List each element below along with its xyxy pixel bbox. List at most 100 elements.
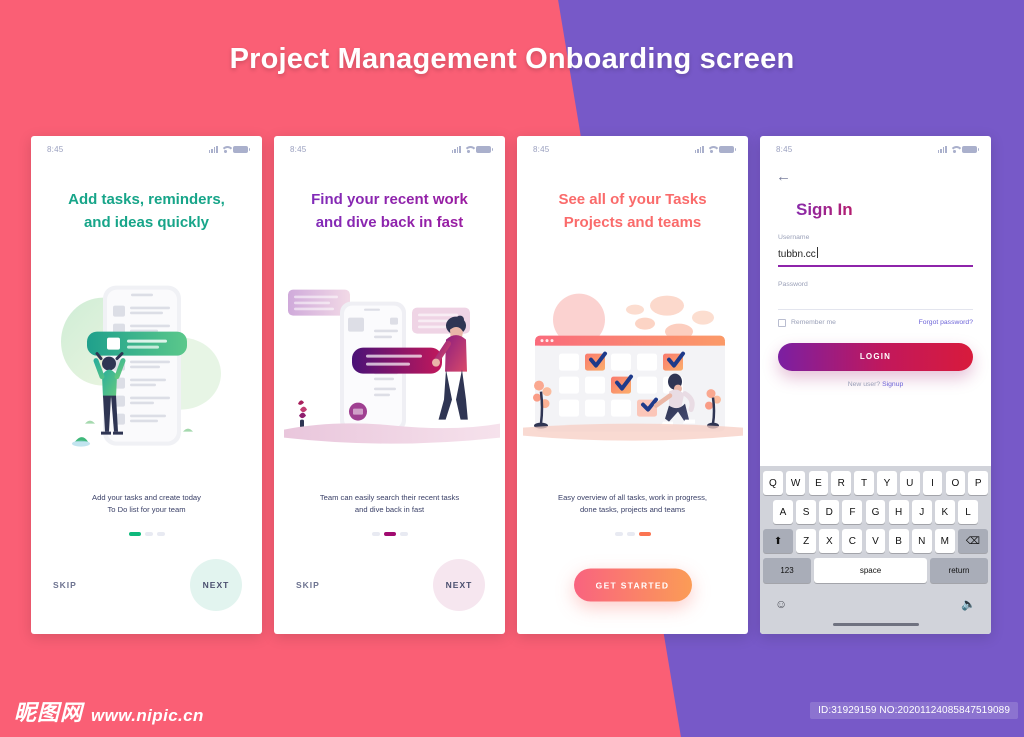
screen3-headline: See all of your Tasks Projects and teams bbox=[517, 162, 748, 235]
battery-icon bbox=[233, 145, 250, 153]
key-x[interactable]: X bbox=[819, 529, 840, 553]
key-i[interactable]: I bbox=[922, 471, 943, 495]
shift-key[interactable]: ⬆ bbox=[763, 529, 794, 553]
status-time: 8:45 bbox=[533, 144, 550, 154]
wifi-icon bbox=[464, 145, 473, 153]
key-e[interactable]: E bbox=[808, 471, 829, 495]
watermark-cn-text: 昵图网 bbox=[14, 701, 84, 726]
status-bar: 8:45 bbox=[274, 136, 505, 162]
screen1-caption-line1: Add your tasks and create today bbox=[92, 492, 201, 502]
key-j[interactable]: J bbox=[911, 500, 932, 524]
screen2-headline-line2: and dive back in fast bbox=[315, 214, 464, 232]
screen2-illustration bbox=[274, 235, 505, 492]
watermark: 昵图网 www.nipic.cn bbox=[14, 695, 204, 727]
microphone-icon[interactable]: 🔈 bbox=[961, 597, 976, 611]
password-field-group: Password bbox=[760, 281, 991, 310]
new-user-row: New user? Signup bbox=[760, 381, 991, 388]
key-a[interactable]: A bbox=[773, 500, 793, 524]
home-indicator bbox=[832, 623, 919, 627]
key-s[interactable]: S bbox=[796, 500, 817, 524]
numbers-key[interactable]: 123 bbox=[763, 558, 811, 583]
next-button[interactable]: NEXT bbox=[190, 559, 242, 611]
username-input[interactable]: tubbn.cc bbox=[778, 241, 973, 265]
key-d[interactable]: D bbox=[819, 500, 840, 524]
key-v[interactable]: V bbox=[865, 529, 886, 553]
status-time: 8:45 bbox=[47, 144, 64, 154]
username-field-group: Username tubbn.cc bbox=[760, 234, 991, 267]
next-button[interactable]: NEXT bbox=[433, 559, 485, 611]
remember-me-group[interactable]: Remember me bbox=[778, 318, 836, 327]
page-title: Project Management Onboarding screen bbox=[229, 42, 795, 75]
screen3-caption: Easy overview of all tasks, work in prog… bbox=[517, 492, 748, 516]
key-w[interactable]: W bbox=[785, 471, 806, 495]
skip-button[interactable]: SKIP bbox=[296, 580, 320, 590]
keyboard-row-2: A S D F G H J K L bbox=[763, 500, 988, 524]
back-arrow-icon[interactable]: ← bbox=[776, 168, 791, 185]
onscreen-keyboard: Q W E R T Y U I O P A S D F G H J K L ⬆ … bbox=[760, 466, 991, 634]
status-time: 8:45 bbox=[290, 144, 307, 154]
status-icons bbox=[694, 145, 736, 153]
login-button[interactable]: LOGIN bbox=[778, 342, 973, 371]
key-u[interactable]: U bbox=[899, 471, 920, 495]
backspace-key[interactable]: ⌫ bbox=[957, 529, 988, 553]
screen2-caption-line1: Team can easily search their recent task… bbox=[319, 492, 460, 502]
signin-screen: 8:45 ← Sign In Username tubbn.cc Passwor… bbox=[760, 136, 991, 634]
key-h[interactable]: H bbox=[888, 500, 909, 524]
watermark-url: www.nipic.cn bbox=[91, 706, 204, 725]
key-r[interactable]: R bbox=[831, 471, 852, 495]
get-started-button[interactable]: GET STARTED bbox=[573, 568, 692, 602]
screen3-caption-line2: done tasks, projects and teams bbox=[579, 504, 686, 514]
key-y[interactable]: Y bbox=[877, 471, 897, 495]
username-value: tubbn.cc bbox=[778, 249, 816, 260]
remember-me-checkbox[interactable] bbox=[778, 318, 786, 327]
battery-icon bbox=[962, 145, 979, 153]
emoji-icon[interactable]: ☺ bbox=[775, 597, 787, 611]
key-k[interactable]: K bbox=[934, 500, 955, 524]
status-bar: 8:45 bbox=[760, 136, 991, 162]
forgot-password-link[interactable]: Forgot password? bbox=[919, 319, 973, 326]
onboarding-screen-2: 8:45 Find your recent work and dive back… bbox=[274, 136, 505, 634]
screen1-headline: Add tasks, reminders, and ideas quickly bbox=[31, 162, 262, 235]
screen3-headline-line1: See all of your Tasks bbox=[558, 191, 707, 208]
key-g[interactable]: G bbox=[865, 500, 886, 524]
signup-link[interactable]: Signup bbox=[882, 381, 903, 388]
key-l[interactable]: L bbox=[958, 500, 978, 524]
screen2-actions: SKIP NEXT bbox=[274, 536, 505, 634]
key-b[interactable]: B bbox=[888, 529, 909, 553]
key-n[interactable]: N bbox=[911, 529, 932, 553]
key-m[interactable]: M bbox=[934, 529, 955, 553]
status-time: 8:45 bbox=[776, 144, 793, 154]
key-z[interactable]: Z bbox=[796, 529, 817, 553]
status-bar: 8:45 bbox=[517, 136, 748, 162]
signal-icon bbox=[451, 145, 461, 153]
phone-cards-row: 8:45 Add tasks, reminders, and ideas qui… bbox=[31, 136, 993, 634]
wifi-icon bbox=[707, 145, 716, 153]
password-input[interactable] bbox=[778, 288, 973, 309]
signin-options-row: Remember me Forgot password? bbox=[760, 310, 991, 327]
key-p[interactable]: P bbox=[968, 471, 988, 495]
keyboard-row-1: Q W E R T Y U I O P bbox=[763, 471, 988, 495]
return-key[interactable]: return bbox=[930, 558, 988, 583]
key-q[interactable]: Q bbox=[763, 471, 783, 495]
new-user-prefix: New user? bbox=[847, 380, 883, 388]
text-caret bbox=[816, 247, 818, 258]
space-key[interactable]: space bbox=[814, 558, 927, 583]
key-o[interactable]: O bbox=[945, 471, 966, 495]
screen1-caption-line2: To Do list for your team bbox=[107, 504, 186, 514]
username-label: Username bbox=[778, 234, 810, 241]
screen3-illustration bbox=[517, 235, 748, 492]
signal-icon bbox=[208, 145, 218, 153]
signal-icon bbox=[937, 145, 947, 153]
key-f[interactable]: F bbox=[842, 500, 863, 524]
signin-title: Sign In bbox=[778, 186, 871, 220]
onboarding-screen-1: 8:45 Add tasks, reminders, and ideas qui… bbox=[31, 136, 262, 634]
screen2-headline: Find your recent work and dive back in f… bbox=[274, 162, 505, 235]
screen2-caption: Team can easily search their recent task… bbox=[274, 492, 505, 516]
screen3-caption-line1: Easy overview of all tasks, work in prog… bbox=[558, 492, 707, 502]
screen1-illustration bbox=[31, 235, 262, 492]
status-bar: 8:45 bbox=[31, 136, 262, 162]
status-icons bbox=[208, 145, 250, 153]
skip-button[interactable]: SKIP bbox=[53, 580, 77, 590]
key-c[interactable]: C bbox=[842, 529, 863, 553]
key-t[interactable]: T bbox=[854, 471, 874, 495]
